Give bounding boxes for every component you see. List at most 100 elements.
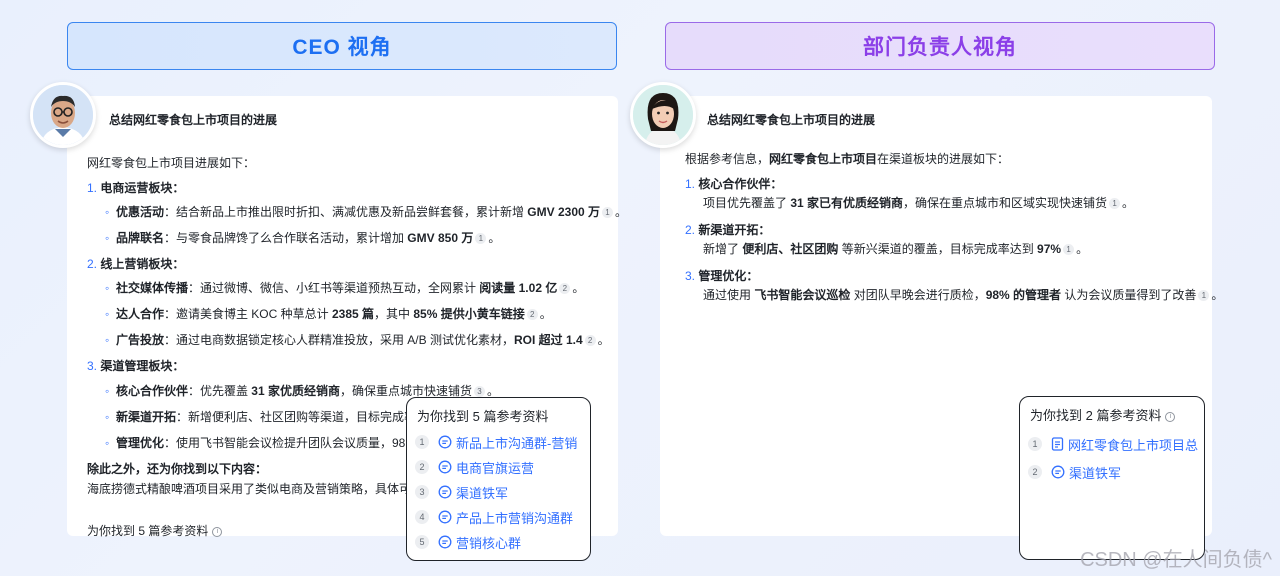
chat-group-icon (438, 510, 452, 524)
item-highlight: GMV 2300 万 (527, 205, 600, 219)
ceo-intro: 网红零食包上市项目进展如下： (87, 156, 256, 170)
dept-paragraph-2: 新增了 便利店、社区团购 等新兴渠道的覆盖，目标完成率达到 97% 1。 (703, 240, 1088, 257)
item-end: 。 (539, 307, 552, 321)
popup-title: 为你找到 2 篇参考资料 i (1030, 405, 1176, 424)
ceo-item-management: ◦ 管理优化：使用飞书智能会议检提升团队会议质量，98 (105, 434, 405, 451)
popup-title-text: 为你找到 2 篇参考资料 (1030, 408, 1162, 423)
citation-badge[interactable]: 1 (1198, 290, 1210, 302)
reference-index: 1 (1028, 437, 1042, 451)
ceo-section-3: 3. 渠道管理板块： (87, 357, 184, 374)
section-title: 管理优化： (698, 269, 759, 283)
reference-label: 产品上市营销沟通群 (456, 510, 574, 526)
item-text: ：通过微博、微信、小红书等渠道预热互动，全网累计 (187, 281, 480, 295)
dept-head-avatar (630, 82, 696, 148)
para-highlight: 97% (1037, 242, 1062, 256)
reference-item[interactable]: 1 网红零食包上市项目总 (1028, 434, 1198, 454)
bullet-icon: ◦ (105, 436, 110, 450)
intro-text: 根据参考信息， (685, 152, 770, 166)
section-title: 渠道管理板块： (100, 359, 185, 373)
bullet-icon: ◦ (105, 281, 110, 295)
chat-group-icon (438, 485, 452, 499)
section-title: 新渠道开拓： (698, 223, 771, 237)
para-text: 新增了 (703, 242, 743, 256)
ceo-question: 总结网红零食包上市项目的进展 (109, 113, 278, 127)
para-highlight: 便利店、社区团购 (742, 242, 839, 256)
intro-highlight: 网红零食包上市项目 (769, 152, 878, 166)
reference-item[interactable]: 4 产品上市营销沟通群 (415, 507, 573, 527)
bullet-icon: ◦ (105, 384, 110, 398)
item-label: 管理优化 (115, 436, 164, 450)
section-number: 1. (87, 181, 98, 195)
citation-badge[interactable]: 2 (584, 335, 596, 347)
document-icon (1051, 437, 1064, 451)
para-highlight: 31 家已有优质经销商 (790, 196, 904, 210)
ceo-section-1: 1. 电商运营板块： (87, 179, 184, 196)
item-end: 。 (615, 205, 628, 219)
bullet-icon: ◦ (105, 410, 110, 424)
item-highlight: 85% 提供小黄车链接 (413, 307, 525, 321)
item-label: 核心合作伙伴 (115, 384, 188, 398)
citation-badge[interactable]: 1 (1109, 198, 1121, 210)
item-highlight: GMV 850 万 (407, 231, 474, 245)
para-end: 。 (1211, 288, 1224, 302)
ceo-section-2: 2. 线上营销板块： (87, 255, 184, 272)
section-title: 线上营销板块： (100, 257, 185, 271)
citation-badge[interactable]: 1 (475, 233, 487, 245)
ceo-avatar (30, 82, 96, 148)
reference-index: 2 (415, 460, 429, 474)
item-text: ：邀请美食博主 KOC 种草总计 (163, 307, 332, 321)
item-highlight: 2385 篇 (331, 307, 374, 321)
reference-label: 电商官旗运营 (456, 460, 535, 476)
item-highlight: ROI 超过 1.4 (513, 333, 583, 347)
item-highlight: 阅读量 1.02 亿 (479, 281, 558, 295)
ceo-view-header: CEO 视角 (67, 22, 617, 70)
para-text: 项目优先覆盖了 (703, 196, 791, 210)
dept-references-popup: 为你找到 2 篇参考资料 i 1 网红零食包上市项目总 2 渠道铁军 (1019, 396, 1205, 560)
reference-label: 渠道铁军 (1069, 465, 1122, 481)
para-text: ，确保在重点城市和区域实现快速铺货 (903, 196, 1108, 210)
info-icon: i (1165, 411, 1176, 422)
citation-badge[interactable]: 1 (1063, 244, 1075, 256)
popup-title: 为你找到 5 篇参考资料 (417, 409, 549, 424)
reference-label: 渠道铁军 (456, 485, 509, 501)
section-number: 3. (87, 359, 98, 373)
citation-badge[interactable]: 2 (559, 283, 571, 295)
item-text: ：结合新品上市推出限时折扣、满减优惠及新品尝鲜套餐，累计新增 (163, 205, 528, 219)
para-text: 对团队早晚会进行质检， (850, 288, 986, 302)
item-end: 。 (487, 384, 500, 398)
reference-item[interactable]: 1 新品上市沟通群-营销 (415, 432, 577, 452)
citation-badge[interactable]: 3 (474, 386, 485, 398)
bullet-icon: ◦ (105, 231, 110, 245)
reference-label: 营销核心群 (456, 535, 522, 551)
citation-badge[interactable]: 2 (526, 309, 538, 321)
dept-section-3: 3. 管理优化： (685, 267, 758, 284)
ceo-references-footer[interactable]: 为你找到 5 篇参考资料 i (87, 522, 223, 539)
bullet-icon: ◦ (105, 307, 110, 321)
reference-item[interactable]: 2 电商官旗运营 (415, 457, 534, 477)
dept-view-header: 部门负责人视角 (665, 22, 1215, 70)
section-number: 3. (685, 269, 696, 283)
section-number: 1. (685, 177, 696, 191)
item-end: 。 (488, 231, 501, 245)
para-highlight: 98% 的管理者 (985, 288, 1062, 302)
item-highlight: 31 家优质经销商 (251, 384, 340, 398)
dept-section-2: 2. 新渠道开拓： (685, 221, 770, 238)
bullet-icon: ◦ (105, 205, 110, 219)
ceo-extra-text: 海底捞德式精酿啤酒项目采用了类似电商及营销策略，具体可参 (87, 482, 424, 496)
item-text: ：优先覆盖 (187, 384, 252, 398)
reference-item[interactable]: 5 营销核心群 (415, 532, 521, 552)
ceo-item-cobrand: ◦ 品牌联名：与零食品牌馋了么合作联名活动，累计增加 GMV 850 万 1。 (105, 229, 500, 246)
reference-index: 3 (415, 485, 429, 499)
item-label: 优惠活动 (115, 205, 164, 219)
ceo-item-influencer: ◦ 达人合作：邀请美食博主 KOC 种草总计 2385 篇，其中 85% 提供小… (105, 305, 552, 322)
dept-section-1: 1. 核心合作伙伴： (685, 175, 782, 192)
chat-group-icon (438, 435, 452, 449)
ceo-item-ads: ◦ 广告投放：通过电商数据锁定核心人群精准投放，采用 A/B 测试优化素材，RO… (105, 331, 610, 348)
reference-item[interactable]: 3 渠道铁军 (415, 482, 508, 502)
chat-group-icon (438, 460, 452, 474)
dept-question: 总结网红零食包上市项目的进展 (707, 113, 876, 127)
chat-group-icon (1051, 465, 1065, 479)
reference-index: 1 (415, 435, 429, 449)
reference-item[interactable]: 2 渠道铁军 (1028, 462, 1121, 482)
citation-badge[interactable]: 1 (602, 207, 613, 219)
